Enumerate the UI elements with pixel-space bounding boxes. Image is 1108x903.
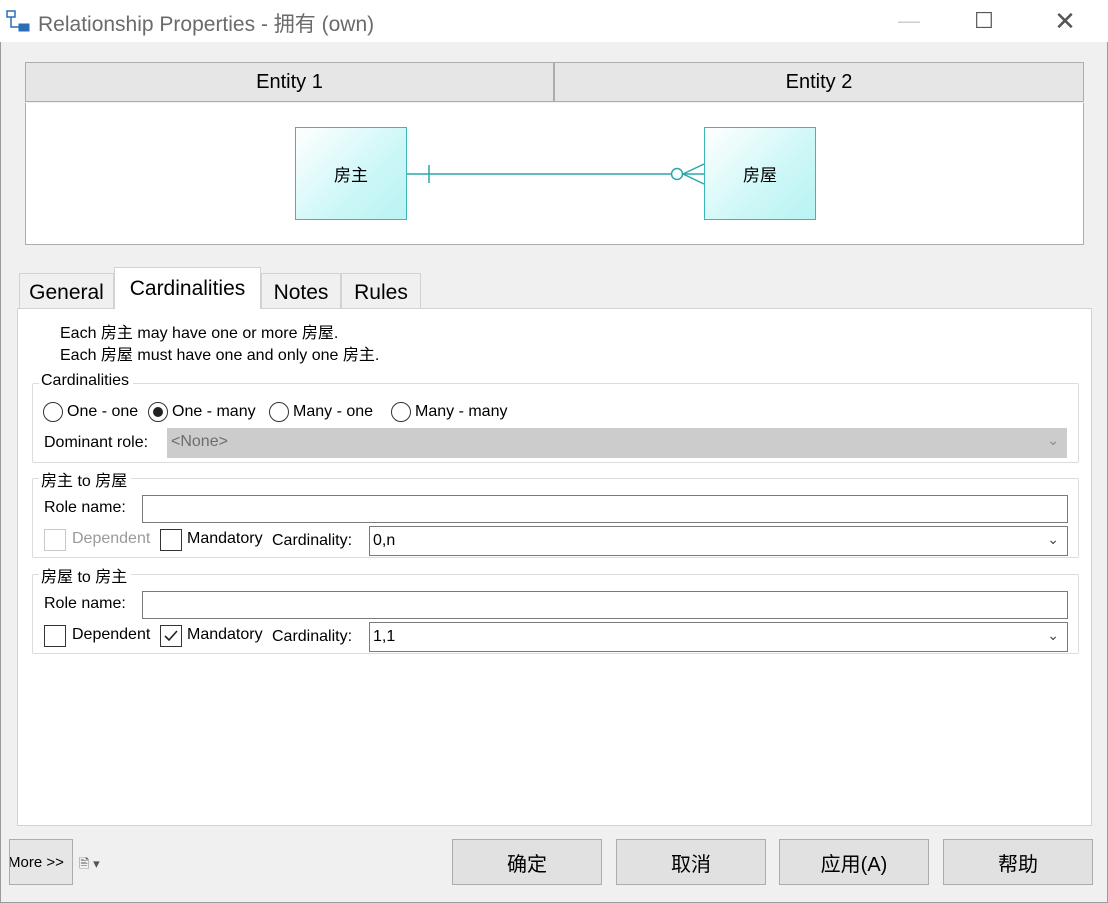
summary-line-1: Each 房主 may have one or more 房屋. (60, 323, 339, 342)
role1-cardinality-label: Cardinality: (272, 532, 353, 549)
chevron-down-icon: ⌄ (1047, 531, 1059, 547)
relationship-line (407, 163, 705, 185)
ok-button[interactable]: 确定 (452, 839, 602, 885)
help-button[interactable]: 帮助 (943, 839, 1093, 885)
role1-dependent-label: Dependent (72, 530, 151, 547)
role2-dependent-checkbox[interactable] (44, 625, 66, 647)
cardinalities-group: Cardinalities One - one One - many Many … (32, 372, 1079, 463)
radio-one-one-label[interactable]: One - one (67, 403, 148, 421)
role2-mandatory-label: Mandatory (187, 626, 263, 643)
cardinalities-group-label: Cardinalities (39, 372, 134, 390)
radio-one-one[interactable] (43, 402, 63, 422)
entity1-box[interactable]: 房主 (295, 127, 407, 220)
role1-mandatory-checkbox[interactable] (160, 529, 182, 551)
relationship-diagram: 房主 房屋 (25, 103, 1084, 245)
role2-mandatory-checkbox[interactable] (160, 625, 182, 647)
dominant-role-label: Dominant role: (44, 434, 149, 451)
relationship-app-icon (6, 10, 30, 32)
more-button[interactable]: More >> (9, 839, 73, 885)
title-bar: Relationship Properties - 拥有 (own) — ☐ ✕ (0, 0, 1108, 42)
cardinality-radio-row: One - one One - many Many - one Many - m… (43, 402, 519, 422)
role2-cardinality-value: 1,1 (373, 628, 396, 645)
role1-dependent-checkbox[interactable] (44, 529, 66, 551)
role1-mandatory-label: Mandatory (187, 530, 263, 547)
entity2-box[interactable]: 房屋 (704, 127, 816, 220)
minimize-button[interactable]: — (884, 6, 934, 36)
entity2-header[interactable]: Entity 2 (554, 62, 1084, 102)
cancel-button[interactable]: 取消 (616, 839, 766, 885)
relationship-dialog: Entity 1 Entity 2 房主 房屋 General Cardinal… (0, 42, 1108, 903)
entity1-header[interactable]: Entity 1 (25, 62, 554, 102)
tab-cardinalities[interactable]: Cardinalities (114, 267, 261, 309)
role2-group-label: 房屋 to 房主 (39, 563, 132, 587)
role1-cardinality-select[interactable]: 0,n ⌄ (369, 526, 1068, 556)
document-menu-icon[interactable]: 🖹 ▾ (79, 855, 100, 877)
role2-cardinality-label: Cardinality: (272, 628, 353, 645)
cardinalities-panel: Each 房主 may have one or more 房屋. Each 房屋… (17, 308, 1092, 826)
role2-role-name-input[interactable] (142, 591, 1068, 619)
role2-dependent-label: Dependent (72, 626, 151, 643)
role1-role-name-input[interactable] (142, 495, 1068, 523)
role1-cardinality-value: 0,n (373, 532, 396, 549)
radio-many-many-label[interactable]: Many - many (415, 403, 519, 421)
cardinality-summary: Each 房主 may have one or more 房屋. Each 房屋… (60, 322, 379, 366)
close-button[interactable]: ✕ (1040, 6, 1090, 36)
radio-many-one-label[interactable]: Many - one (293, 403, 391, 421)
role2-group: 房屋 to 房主 Role name: Dependent Mandatory … (32, 563, 1079, 654)
role2-cardinality-select[interactable]: 1,1 ⌄ (369, 622, 1068, 652)
window-title: Relationship Properties - 拥有 (own) (38, 13, 375, 36)
radio-one-many-label[interactable]: One - many (172, 403, 269, 421)
chevron-down-icon: ⌄ (1047, 627, 1059, 643)
radio-many-many[interactable] (391, 402, 411, 422)
tab-rules[interactable]: Rules (341, 273, 421, 311)
dominant-role-value: <None> (171, 433, 228, 450)
radio-one-many[interactable] (148, 402, 168, 422)
radio-many-one[interactable] (269, 402, 289, 422)
chevron-down-icon: ⌄ (1047, 432, 1059, 448)
apply-button[interactable]: 应用(A) (779, 839, 929, 885)
role2-role-name-label: Role name: (44, 595, 126, 612)
maximize-button[interactable]: ☐ (959, 6, 1009, 36)
tab-general[interactable]: General (19, 273, 114, 311)
checkmark-icon (164, 630, 178, 642)
role1-role-name-label: Role name: (44, 499, 126, 516)
dominant-role-select[interactable]: <None> ⌄ (167, 428, 1067, 458)
summary-line-2: Each 房屋 must have one and only one 房主. (60, 345, 380, 364)
tab-notes[interactable]: Notes (261, 273, 341, 311)
role1-group: 房主 to 房屋 Role name: Dependent Mandatory … (32, 467, 1079, 558)
role1-group-label: 房主 to 房屋 (39, 467, 132, 491)
